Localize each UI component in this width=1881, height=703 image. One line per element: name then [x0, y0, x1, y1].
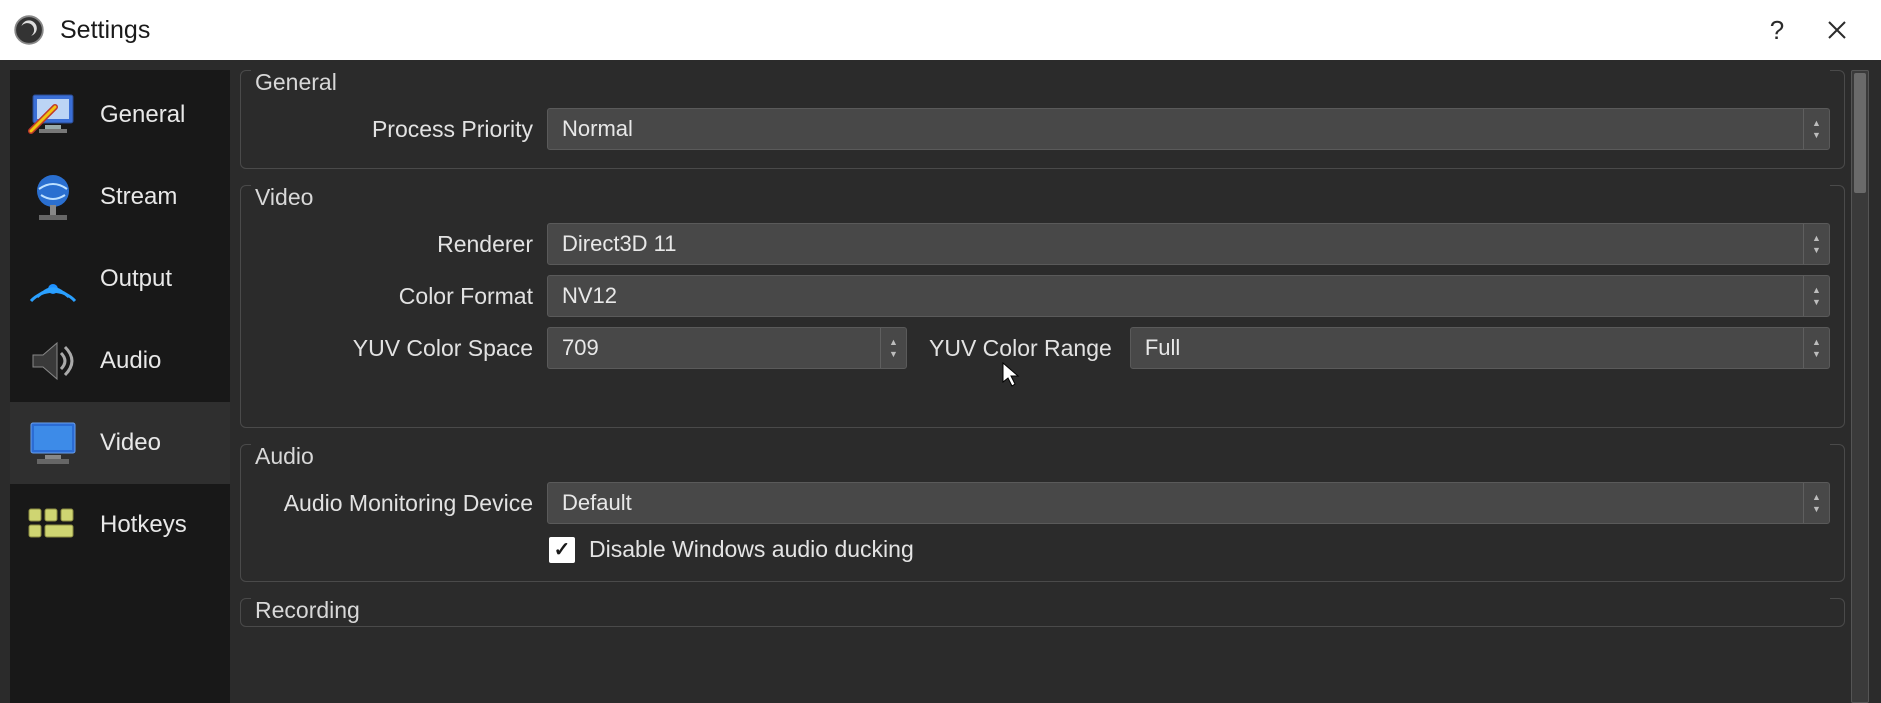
stream-icon [22, 171, 84, 223]
obs-app-icon [12, 13, 46, 47]
close-button[interactable] [1807, 0, 1867, 60]
sidebar-item-label: General [100, 101, 185, 129]
spinner-icon: ▲▼ [880, 328, 906, 368]
sidebar: General Stream O [10, 70, 230, 703]
group-title: Video [251, 184, 1830, 211]
audio-monitoring-combo[interactable]: Default ▲▼ [547, 482, 1830, 524]
renderer-label: Renderer [255, 231, 533, 258]
sidebar-item-label: Audio [100, 347, 161, 375]
content-area: General Process Priority Normal ▲▼ Video… [240, 70, 1871, 703]
group-title: Recording [251, 597, 1830, 624]
group-title: Audio [251, 443, 1830, 470]
process-priority-label: Process Priority [255, 116, 533, 143]
group-video: Video Renderer Direct3D 11 ▲▼ Color Form… [240, 185, 1845, 428]
color-format-label: Color Format [255, 283, 533, 310]
sidebar-item-video[interactable]: Video [10, 402, 230, 484]
spinner-icon: ▲▼ [1803, 276, 1829, 316]
yuv-color-space-combo[interactable]: 709 ▲▼ [547, 327, 907, 369]
spinner-icon: ▲▼ [1803, 483, 1829, 523]
sidebar-item-label: Video [100, 429, 161, 457]
sidebar-item-output[interactable]: Output [10, 238, 230, 320]
sidebar-item-label: Output [100, 265, 172, 293]
disable-ducking-checkbox[interactable]: ✓ Disable Windows audio ducking [549, 536, 1830, 563]
audio-monitoring-label: Audio Monitoring Device [255, 490, 533, 517]
combo-value: Default [548, 490, 1803, 516]
group-title: General [251, 70, 1830, 96]
combo-value: Normal [548, 116, 1803, 142]
titlebar: Settings ? [0, 0, 1881, 60]
video-icon [22, 417, 84, 469]
combo-value: Direct3D 11 [548, 231, 1803, 257]
spinner-icon: ▲▼ [1803, 109, 1829, 149]
group-general: General Process Priority Normal ▲▼ [240, 70, 1845, 169]
sidebar-item-audio[interactable]: Audio [10, 320, 230, 402]
spinner-icon: ▲▼ [1803, 224, 1829, 264]
scrollbar-thumb[interactable] [1854, 73, 1866, 193]
hotkeys-icon [22, 499, 84, 551]
general-icon [22, 89, 84, 141]
sidebar-item-general[interactable]: General [10, 74, 230, 156]
yuv-color-space-label: YUV Color Space [255, 335, 533, 362]
window-title: Settings [60, 16, 1747, 45]
combo-value: Full [1131, 335, 1803, 361]
color-format-combo[interactable]: NV12 ▲▼ [547, 275, 1830, 317]
spinner-icon: ▲▼ [1803, 328, 1829, 368]
process-priority-combo[interactable]: Normal ▲▼ [547, 108, 1830, 150]
sidebar-item-hotkeys[interactable]: Hotkeys [10, 484, 230, 566]
yuv-color-range-label: YUV Color Range [921, 335, 1116, 362]
sidebar-item-stream[interactable]: Stream [10, 156, 230, 238]
combo-value: 709 [548, 335, 880, 361]
help-button[interactable]: ? [1747, 0, 1807, 60]
sidebar-item-label: Stream [100, 183, 177, 211]
output-icon [22, 253, 84, 305]
combo-value: NV12 [548, 283, 1803, 309]
group-recording: Recording [240, 598, 1845, 627]
yuv-color-range-combo[interactable]: Full ▲▼ [1130, 327, 1830, 369]
checkbox-label: Disable Windows audio ducking [589, 536, 914, 563]
vertical-scrollbar[interactable] [1851, 70, 1869, 703]
body: General Stream O [0, 60, 1881, 703]
sidebar-item-label: Hotkeys [100, 511, 187, 539]
audio-icon [22, 335, 84, 387]
renderer-combo[interactable]: Direct3D 11 ▲▼ [547, 223, 1830, 265]
checkbox-icon: ✓ [549, 537, 575, 563]
group-audio: Audio Audio Monitoring Device Default ▲▼… [240, 444, 1845, 582]
